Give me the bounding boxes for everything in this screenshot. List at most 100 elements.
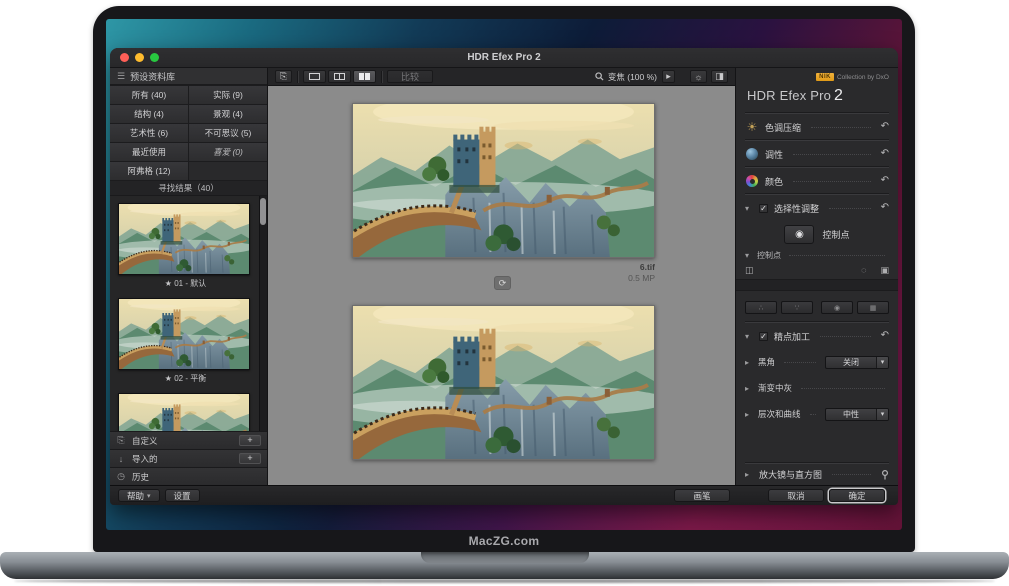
control-point-tag-icon[interactable]: ◫ bbox=[745, 265, 754, 275]
reset-tone-compression-button[interactable]: ↶ bbox=[881, 122, 889, 132]
category-landscape[interactable]: 景观 (4) bbox=[189, 105, 267, 123]
add-control-point-button[interactable]: ◉ bbox=[784, 225, 814, 244]
toggle-right-panel-button[interactable]: ◨ bbox=[711, 70, 728, 83]
chevron-down-icon: ▾ bbox=[745, 251, 753, 260]
reset-tonality-button[interactable]: ↶ bbox=[881, 149, 889, 159]
collection-label: 导入的 bbox=[132, 453, 158, 465]
category-realistic[interactable]: 实际 (9) bbox=[189, 86, 267, 104]
category-recent[interactable]: 最近使用 bbox=[110, 143, 188, 161]
custom-presets-icon: ⎘ bbox=[116, 435, 126, 446]
import-preset-button[interactable]: + bbox=[239, 453, 261, 464]
preset-library-panel: ☰ 预设资料库 所有 (40) 实际 (9) 结构 (4) 景观 (4) 艺术性… bbox=[110, 68, 268, 485]
collection-history[interactable]: ◷ 历史 bbox=[110, 467, 267, 485]
levels-curves-dropdown[interactable]: 中性 ▾ bbox=[825, 408, 889, 421]
reset-color-button[interactable]: ↶ bbox=[881, 176, 889, 186]
category-all[interactable]: 所有 (40) bbox=[110, 86, 188, 104]
nik-logo: NIK bbox=[816, 73, 834, 81]
graduated-nd-row[interactable]: ▸ 渐变中灰 bbox=[745, 375, 889, 401]
help-button[interactable]: 帮助 ▾ bbox=[118, 489, 160, 502]
chevron-right-icon: ▸ bbox=[745, 470, 753, 479]
section-selective-adjust[interactable]: ▾ ✓ 选择性调整 ↶ bbox=[745, 194, 889, 221]
app-window: HDR Efex Pro 2 ☰ 预设资料库 所有 (40) 实际 (9) 结构… bbox=[110, 48, 898, 505]
brush-button[interactable]: 画笔 bbox=[674, 489, 730, 502]
collection-custom[interactable]: ⎘ 自定义 + bbox=[110, 431, 267, 449]
split-view-icon bbox=[334, 73, 345, 80]
duplicate-control-point-button[interactable]: ◉ bbox=[821, 301, 853, 314]
section-finishing[interactable]: ▾ ✓ 精点加工 ↶ bbox=[745, 322, 889, 349]
finishing-checkbox[interactable]: ✓ bbox=[759, 332, 768, 341]
levels-curves-row[interactable]: ▸ 层次和曲线 中性 ▾ bbox=[745, 401, 889, 427]
laptop-base-notch bbox=[421, 552, 589, 563]
cancel-button[interactable]: 取消 bbox=[768, 489, 824, 502]
show-selection-icon[interactable]: ◌ bbox=[861, 265, 866, 275]
settings-button[interactable]: 设置 bbox=[165, 489, 200, 502]
control-points-group-header[interactable]: ▾ 控制点 bbox=[745, 248, 889, 262]
section-tone-compression[interactable]: ☀ 色调压缩 ↶ bbox=[745, 113, 889, 140]
show-mask-icon[interactable]: ▣ bbox=[880, 265, 889, 275]
control-points-actions: ∴ ∵ ◉ ▦ bbox=[745, 301, 889, 314]
preset-label[interactable]: ★ 01 - 默认 bbox=[118, 275, 253, 291]
collection-imported[interactable]: ↓ 导入的 + bbox=[110, 449, 267, 467]
selective-adjust-checkbox[interactable]: ✓ bbox=[759, 204, 768, 213]
sync-views-button[interactable]: ⟳ bbox=[494, 276, 511, 290]
control-point-row: ◉ 控制点 bbox=[745, 221, 889, 248]
control-point-button-label: 控制点 bbox=[822, 228, 849, 241]
vignette-row[interactable]: ▸ 黑角 关闭 ▾ bbox=[745, 349, 889, 375]
chevron-down-icon[interactable]: ▾ bbox=[745, 332, 753, 341]
brightness-icon: ☼ bbox=[694, 72, 702, 82]
ok-button[interactable]: 确定 bbox=[829, 489, 885, 502]
menu-icon: ☰ bbox=[117, 71, 125, 82]
split-view-button[interactable] bbox=[328, 70, 351, 83]
toolbar: ⎘ 比较 bbox=[268, 68, 735, 86]
tonality-icon bbox=[746, 148, 758, 160]
single-view-button[interactable] bbox=[303, 70, 326, 83]
reset-selective-adjust-button[interactable]: ↶ bbox=[881, 203, 889, 213]
ungroup-control-points-button[interactable]: ∵ bbox=[781, 301, 813, 314]
group-control-points-button[interactable]: ∴ bbox=[745, 301, 777, 314]
zoom-menu-button[interactable]: ▸ bbox=[662, 70, 675, 83]
refresh-icon: ⟳ bbox=[499, 278, 507, 288]
preset-item-02[interactable]: ★ 02 - 平衡 bbox=[118, 298, 253, 386]
chevron-right-icon: ▸ bbox=[666, 71, 671, 82]
preset-thumbnail[interactable] bbox=[118, 393, 250, 431]
export-settings-button[interactable]: ⎘ bbox=[275, 70, 292, 83]
zoom-control[interactable]: 变焦 (100 %) bbox=[595, 71, 657, 83]
preset-library-header[interactable]: ☰ 预设资料库 bbox=[110, 68, 267, 85]
zoom-level-label: 变焦 (100 %) bbox=[608, 71, 657, 83]
category-empty-cell bbox=[189, 162, 267, 180]
section-tonality[interactable]: 调性 ↶ bbox=[745, 140, 889, 167]
category-artistic[interactable]: 艺术性 (6) bbox=[110, 124, 188, 142]
category-avg[interactable]: 阿弗格 (12) bbox=[110, 162, 188, 180]
compare-button[interactable]: 比较 bbox=[387, 70, 433, 83]
section-color[interactable]: 颜色 ↶ bbox=[745, 167, 889, 194]
preset-scrollbar[interactable] bbox=[259, 196, 267, 431]
after-preview-image[interactable] bbox=[352, 305, 655, 460]
preset-thumbnail[interactable] bbox=[118, 203, 250, 275]
scrollbar-thumb[interactable] bbox=[260, 198, 266, 225]
search-results-header: 寻找结果（40） bbox=[110, 181, 267, 196]
vignette-dropdown[interactable]: 关闭 ▾ bbox=[825, 356, 889, 369]
before-preview-image[interactable] bbox=[352, 103, 655, 258]
category-favorites[interactable]: 喜爱 (0) bbox=[189, 143, 267, 161]
add-custom-preset-button[interactable]: + bbox=[239, 435, 261, 446]
side-by-side-view-button[interactable] bbox=[353, 70, 376, 83]
delete-control-point-button[interactable]: ▦ bbox=[857, 301, 889, 314]
chevron-down-icon[interactable]: ▾ bbox=[745, 204, 753, 213]
pin-icon[interactable] bbox=[881, 470, 889, 480]
adjustments-panel: NIK Collection by DxO HDR Efex Pro2 ☀ 色调… bbox=[735, 68, 898, 485]
preset-item-03[interactable] bbox=[118, 393, 253, 431]
preset-library-title: 预设资料库 bbox=[130, 70, 175, 83]
section-loupe-histogram[interactable]: ▸ 放大镜与直方图 bbox=[745, 463, 889, 485]
preset-label[interactable]: ★ 02 - 平衡 bbox=[118, 370, 253, 386]
category-structure[interactable]: 结构 (4) bbox=[110, 105, 188, 123]
preset-item-01[interactable]: ★ 01 - 默认 bbox=[118, 203, 253, 291]
preset-thumbnail[interactable] bbox=[118, 298, 250, 370]
reset-finishing-button[interactable]: ↶ bbox=[881, 331, 889, 341]
background-brightness-button[interactable]: ☼ bbox=[690, 70, 707, 83]
color-wheel-icon bbox=[746, 175, 758, 187]
duplicate-icon: ◉ bbox=[834, 304, 840, 312]
category-surreal[interactable]: 不可思议 (5) bbox=[189, 124, 267, 142]
app-version: 2 bbox=[834, 87, 843, 104]
chevron-down-icon: ▾ bbox=[876, 409, 888, 420]
chevron-right-icon: ▸ bbox=[745, 358, 753, 367]
